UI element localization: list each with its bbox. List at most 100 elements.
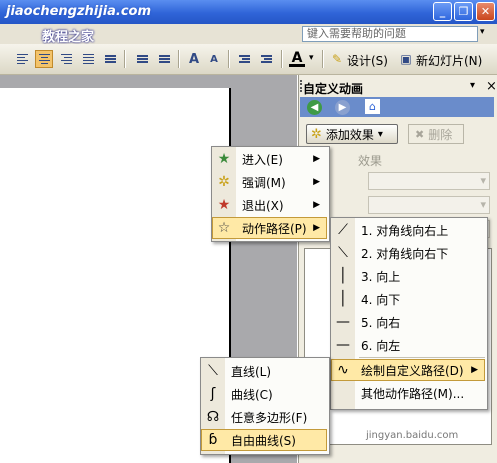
menu-item-label: 进入(E): [242, 152, 283, 167]
menu-item-label: 任意多边形(F): [231, 410, 308, 425]
credit-watermark: jingyan.baidu.com: [366, 430, 459, 441]
curve-icon: ʃ: [210, 386, 216, 402]
justify-button[interactable]: [80, 51, 96, 67]
menu-item-freeform[interactable]: ☊ 任意多边形(F): [201, 406, 327, 428]
align-center-button[interactable]: [35, 50, 53, 68]
menu-item-label: 曲线(C): [231, 387, 273, 402]
toolbar-separator: [281, 50, 283, 68]
diagonal-up-icon: ⟋: [338, 222, 348, 238]
menu-separator: [359, 357, 485, 358]
submenu-arrow-icon: ▶: [313, 223, 320, 233]
design-icon: ✎: [331, 52, 343, 66]
forward-icon[interactable]: ▶: [335, 100, 350, 115]
menu-item-line[interactable]: ⟍ 直线(L): [201, 360, 327, 382]
close-window-button[interactable]: ✕: [476, 2, 495, 21]
up-line-icon: │: [338, 268, 348, 284]
toolbar-separator: [322, 50, 324, 68]
font-color-button[interactable]: A: [289, 50, 305, 67]
align-left-button[interactable]: [14, 51, 30, 67]
menu-item-more-motion-paths[interactable]: 其他动作路径(M)...: [331, 382, 485, 404]
home-icon[interactable]: ⌂: [365, 99, 380, 114]
right-line-icon: —: [336, 314, 350, 330]
menu-item-label: 退出(X): [242, 198, 284, 213]
custom-path-icon: ∿: [337, 362, 349, 378]
menu-item-label: 动作路径(P): [242, 221, 307, 236]
toolbar-separator: [124, 50, 126, 68]
pane-title: 自定义动画: [303, 82, 364, 96]
increase-font-button[interactable]: A: [186, 51, 202, 67]
pane-close-icon[interactable]: ×: [486, 79, 497, 94]
watermark-url: jiaochengzhijia.com: [6, 4, 152, 19]
left-line-icon: —: [336, 337, 350, 353]
menu-item-left[interactable]: — 6. 向左: [331, 334, 485, 356]
diagonal-down-icon: ⟍: [338, 245, 348, 261]
menu-item-label: 直线(L): [231, 364, 272, 379]
add-effect-label: 添加效果: [325, 127, 374, 142]
menu-item-down[interactable]: │ 4. 向下: [331, 288, 485, 310]
help-dropdown-icon[interactable]: ▾: [480, 27, 485, 37]
menu-item-label: 2. 对角线向右下: [361, 246, 449, 261]
menu-item-motion-path[interactable]: ☆ 动作路径(P) ▶: [212, 217, 327, 239]
emphasis-star-icon: ✲: [218, 174, 230, 190]
align-right-button[interactable]: [58, 51, 74, 67]
font-color-dropdown-icon[interactable]: ▾: [309, 53, 314, 63]
delete-button[interactable]: ✖ 删除: [408, 124, 464, 144]
exit-star-icon: ★: [217, 197, 231, 213]
property-select[interactable]: [368, 196, 490, 214]
menu-item-diagonal-up-right[interactable]: ⟋ 1. 对角线向右上: [331, 219, 485, 241]
chevron-down-icon: ▾: [377, 128, 383, 140]
minimize-button[interactable]: _: [433, 2, 452, 21]
design-button[interactable]: 设计(S): [347, 52, 388, 69]
menu-item-label: 强调(M): [242, 175, 286, 190]
menu-item-label: 3. 向上: [361, 269, 401, 284]
menu-item-label: 其他动作路径(M)...: [361, 386, 465, 401]
menu-item-label: 6. 向左: [361, 338, 401, 353]
bullets-button[interactable]: [156, 51, 172, 67]
entrance-star-icon: ★: [217, 151, 231, 167]
motion-path-star-icon: ☆: [217, 220, 231, 236]
watermark-text: 教程之家: [42, 30, 95, 45]
menu-item-exit[interactable]: ★ 退出(X) ▶: [212, 194, 327, 216]
menu-item-label: 5. 向右: [361, 315, 401, 330]
decrease-font-button[interactable]: A: [206, 51, 222, 67]
effect-section-label: 效果: [358, 154, 383, 168]
menu-item-scribble[interactable]: ɓ 自由曲线(S): [201, 429, 327, 451]
menu-item-up[interactable]: │ 3. 向上: [331, 265, 485, 287]
add-effect-button[interactable]: ✲ 添加效果 ▾: [306, 124, 398, 144]
slide-page[interactable]: [0, 88, 231, 463]
back-icon[interactable]: ◀: [307, 100, 322, 115]
menu-item-emphasis[interactable]: ✲ 强调(M) ▶: [212, 171, 327, 193]
add-effect-star-icon: ✲: [311, 126, 322, 142]
menu-item-curve[interactable]: ʃ 曲线(C): [201, 383, 327, 405]
menu-item-entrance[interactable]: ★ 进入(E) ▶: [212, 148, 327, 170]
numbering-button[interactable]: [134, 51, 150, 67]
decrease-indent-button[interactable]: [236, 51, 252, 67]
menu-item-label: 绘制自定义路径(D): [361, 363, 464, 378]
submenu-arrow-icon: ▶: [313, 177, 320, 187]
menu-item-right[interactable]: — 5. 向右: [331, 311, 485, 333]
delete-icon: ✖: [415, 127, 425, 141]
submenu-arrow-icon: ▶: [313, 154, 320, 164]
pane-menu-dropdown-icon[interactable]: ▾: [470, 80, 475, 91]
delete-label: 删除: [428, 127, 453, 142]
submenu-arrow-icon: ▶: [313, 200, 320, 210]
submenu-arrow-icon: ▶: [471, 365, 478, 375]
menu-item-label: 4. 向下: [361, 292, 401, 307]
help-search-input[interactable]: 键入需要帮助的问题: [302, 26, 478, 42]
distribute-button[interactable]: [102, 51, 118, 67]
pane-nav-strip: [300, 97, 494, 117]
new-slide-icon: ▣: [400, 52, 412, 66]
increase-indent-button[interactable]: [258, 51, 274, 67]
toolbar-separator: [228, 50, 230, 68]
menu-item-diagonal-down-right[interactable]: ⟍ 2. 对角线向右下: [331, 242, 485, 264]
motion-path-menu: ⟋ 1. 对角线向右上 ⟍ 2. 对角线向右下 │ 3. 向上 │ 4. 向下 — 5. 向右 — 6…: [330, 217, 488, 410]
new-slide-button[interactable]: 新幻灯片(N): [416, 52, 482, 69]
toolbar-separator: [178, 50, 180, 68]
start-select[interactable]: [368, 172, 490, 190]
menu-item-draw-custom-path[interactable]: ∿ 绘制自定义路径(D) ▶: [331, 359, 485, 381]
add-effect-menu: ★ 进入(E) ▶ ✲ 强调(M) ▶ ★ 退出(X) ▶ ☆ 动作路径(P) ▶: [211, 146, 330, 242]
line-icon: ⟍: [208, 363, 218, 379]
down-line-icon: │: [338, 291, 348, 307]
restore-button[interactable]: ❐: [454, 2, 473, 21]
scribble-icon: ɓ: [208, 432, 218, 448]
